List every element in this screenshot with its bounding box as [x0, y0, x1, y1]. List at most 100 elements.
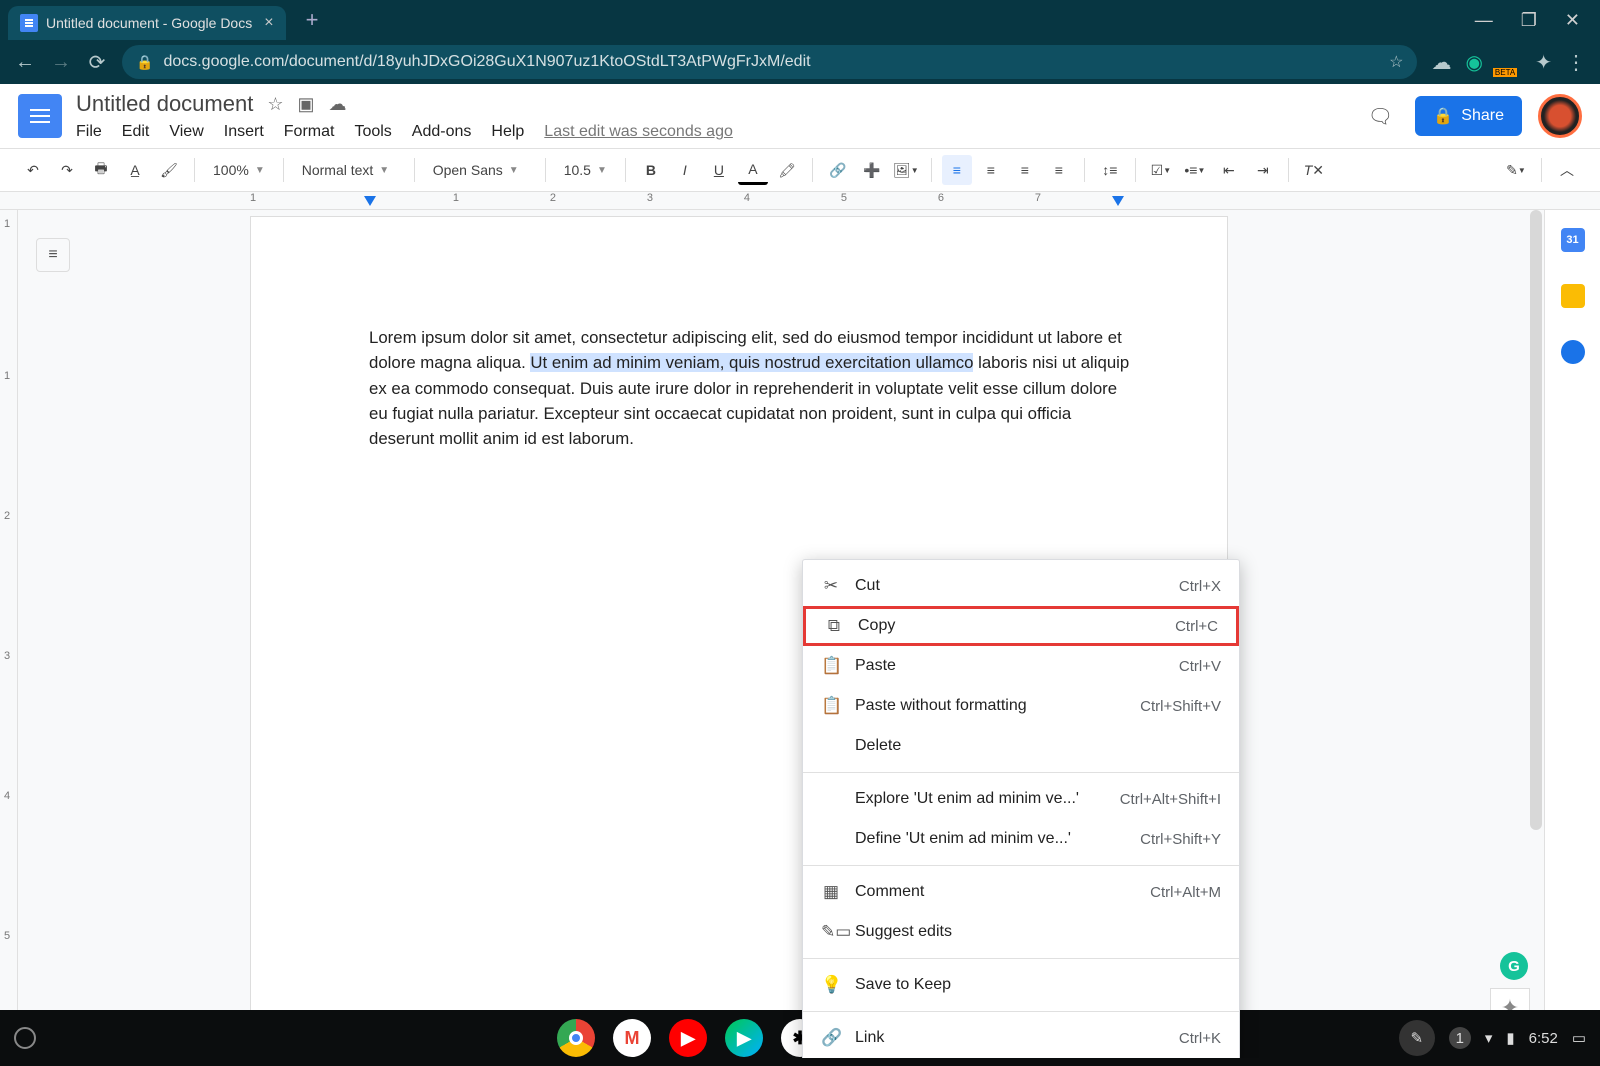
indent-marker-left[interactable] — [364, 196, 376, 206]
beta-badge: BETA — [1493, 68, 1517, 77]
vertical-ruler[interactable]: 1 1 2 3 4 5 — [0, 210, 18, 1058]
stylus-icon[interactable]: ✎ — [1399, 1020, 1435, 1056]
ctx-cut[interactable]: ✂CutCtrl+X — [803, 566, 1239, 606]
align-right-icon[interactable]: ≡ — [1010, 155, 1040, 185]
bookmark-star-icon[interactable]: ☆ — [1389, 52, 1403, 72]
menu-addons[interactable]: Add-ons — [412, 123, 472, 141]
indent-increase-icon[interactable]: ⇥ — [1248, 155, 1278, 185]
fontsize-select[interactable]: 10.5▼ — [556, 156, 615, 184]
style-select[interactable]: Normal text▼ — [294, 156, 404, 184]
indent-decrease-icon[interactable]: ⇤ — [1214, 155, 1244, 185]
ctx-copy[interactable]: ⧉CopyCtrl+C — [803, 606, 1239, 646]
menu-tools[interactable]: Tools — [354, 123, 391, 141]
document-body[interactable]: Lorem ipsum dolor sit amet, consectetur … — [369, 325, 1137, 452]
collapse-toolbar-icon[interactable]: ︿ — [1552, 155, 1582, 185]
url-input[interactable]: 🔒 docs.google.com/document/d/18yuhJDxGOi… — [122, 45, 1417, 79]
last-edit-text[interactable]: Last edit was seconds ago — [544, 123, 733, 141]
redo-icon[interactable]: ↷ — [52, 155, 82, 185]
battery-icon[interactable]: ▮ — [1506, 1029, 1514, 1047]
account-avatar[interactable] — [1538, 94, 1582, 138]
tasks-icon[interactable] — [1561, 340, 1585, 364]
align-justify-icon[interactable]: ≡ — [1044, 155, 1074, 185]
chrome-menu-icon[interactable]: ⋮ — [1566, 50, 1586, 75]
linespacing-icon[interactable]: ↕≡ — [1095, 155, 1125, 185]
ctx-link[interactable]: 🔗LinkCtrl+K — [803, 1018, 1239, 1058]
minimize-icon[interactable]: — — [1475, 10, 1493, 31]
comments-icon[interactable]: 🗨 — [1361, 97, 1399, 135]
spellcheck-icon[interactable]: A̲ — [120, 155, 150, 185]
tab-close-icon[interactable]: × — [264, 14, 273, 32]
italic-icon[interactable]: I — [670, 155, 700, 185]
play-app-icon[interactable]: ▶ — [725, 1019, 763, 1057]
calendar-icon[interactable]: 31 — [1561, 228, 1585, 252]
underline-icon[interactable]: U — [704, 155, 734, 185]
clear-format-icon[interactable]: T✕ — [1299, 155, 1329, 185]
move-icon[interactable]: ▣ — [297, 94, 314, 115]
horizontal-ruler[interactable]: 1 1 2 3 4 5 6 7 — [0, 192, 1600, 210]
editmode-icon[interactable]: ✎▼ — [1501, 155, 1531, 185]
add-comment-icon[interactable]: ➕ — [857, 155, 887, 185]
ctx-define-ut-enim-ad-minim-ve[interactable]: Define 'Ut enim ad minim ve...'Ctrl+Shif… — [803, 819, 1239, 859]
indent-marker-right[interactable] — [1112, 196, 1124, 206]
align-left-icon[interactable]: ≡ — [942, 155, 972, 185]
grammarly-ext-icon[interactable]: ◉ — [1465, 50, 1482, 75]
docs-favicon — [20, 14, 38, 32]
outline-toggle-icon[interactable]: ≡ — [36, 238, 70, 272]
zoom-select[interactable]: 100%▼ — [205, 156, 273, 184]
menu-insert[interactable]: Insert — [224, 123, 264, 141]
link-icon: 🔗 — [821, 1028, 841, 1048]
align-center-icon[interactable]: ≡ — [976, 155, 1006, 185]
bold-icon[interactable]: B — [636, 155, 666, 185]
wifi-icon[interactable]: ▾ — [1485, 1029, 1493, 1047]
menu-help[interactable]: Help — [491, 123, 524, 141]
image-icon[interactable]: 🖼▼ — [891, 155, 921, 185]
ctx-shortcut: Ctrl+C — [1175, 618, 1218, 635]
ctx-delete[interactable]: Delete — [803, 726, 1239, 766]
ctx-explore-ut-enim-ad-minim-ve[interactable]: Explore 'Ut enim ad minim ve...'Ctrl+Alt… — [803, 779, 1239, 819]
forward-icon[interactable]: → — [50, 51, 72, 74]
grammarly-fab-icon[interactable]: G — [1500, 952, 1528, 980]
ctx-paste[interactable]: 📋PasteCtrl+V — [803, 646, 1239, 686]
textcolor-icon[interactable]: A — [738, 155, 768, 185]
notif-count[interactable]: 1 — [1449, 1027, 1471, 1049]
menu-edit[interactable]: Edit — [122, 123, 150, 141]
link-icon[interactable]: 🔗 — [823, 155, 853, 185]
docs-logo-icon[interactable] — [18, 94, 62, 138]
keep-icon[interactable] — [1561, 284, 1585, 308]
cloud-ext-icon[interactable]: ☁ — [1431, 50, 1451, 75]
paint-format-icon[interactable]: 🖌 — [154, 155, 184, 185]
font-select[interactable]: Open Sans▼ — [425, 156, 535, 184]
share-button[interactable]: 🔒 Share — [1415, 96, 1522, 136]
bulletlist-icon[interactable]: •≡▼ — [1180, 155, 1210, 185]
gmail-app-icon[interactable]: M — [613, 1019, 651, 1057]
checklist-icon[interactable]: ☑▼ — [1146, 155, 1176, 185]
star-icon[interactable]: ☆ — [267, 94, 283, 115]
document-title[interactable]: Untitled document — [76, 91, 253, 117]
menu-format[interactable]: Format — [284, 123, 335, 141]
menu-view[interactable]: View — [169, 123, 203, 141]
browser-tab[interactable]: Untitled document - Google Docs × — [8, 6, 286, 40]
back-icon[interactable]: ← — [14, 51, 36, 74]
undo-icon[interactable]: ↶ — [18, 155, 48, 185]
clock[interactable]: 6:52 — [1529, 1030, 1558, 1047]
extensions-icon[interactable]: ✦ — [1535, 50, 1552, 75]
chrome-app-icon[interactable] — [557, 1019, 595, 1057]
cloud-status-icon[interactable]: ☁ — [328, 94, 346, 115]
reload-icon[interactable]: ⟳ — [86, 50, 108, 75]
ctx-shortcut: Ctrl+Shift+V — [1140, 698, 1221, 715]
highlight-icon[interactable]: 🖍 — [772, 155, 802, 185]
ctx-paste-without-formatting[interactable]: 📋Paste without formattingCtrl+Shift+V — [803, 686, 1239, 726]
menu-file[interactable]: File — [76, 123, 102, 141]
tray-icon[interactable]: ▭ — [1572, 1029, 1586, 1047]
ctx-suggest-edits[interactable]: ✎▭Suggest edits — [803, 912, 1239, 952]
youtube-app-icon[interactable]: ▶ — [669, 1019, 707, 1057]
maximize-icon[interactable]: ❐ — [1521, 10, 1537, 31]
ctx-comment[interactable]: ▦CommentCtrl+Alt+M — [803, 872, 1239, 912]
launcher-icon[interactable] — [14, 1027, 36, 1049]
chrome-titlebar: Untitled document - Google Docs × + — ❐ … — [0, 0, 1600, 40]
close-window-icon[interactable]: ✕ — [1565, 10, 1580, 31]
scrollbar[interactable] — [1530, 210, 1542, 830]
ctx-save-to-keep[interactable]: 💡Save to Keep — [803, 965, 1239, 1005]
print-icon[interactable]: 🖶 — [86, 155, 116, 185]
new-tab-button[interactable]: + — [306, 7, 319, 33]
